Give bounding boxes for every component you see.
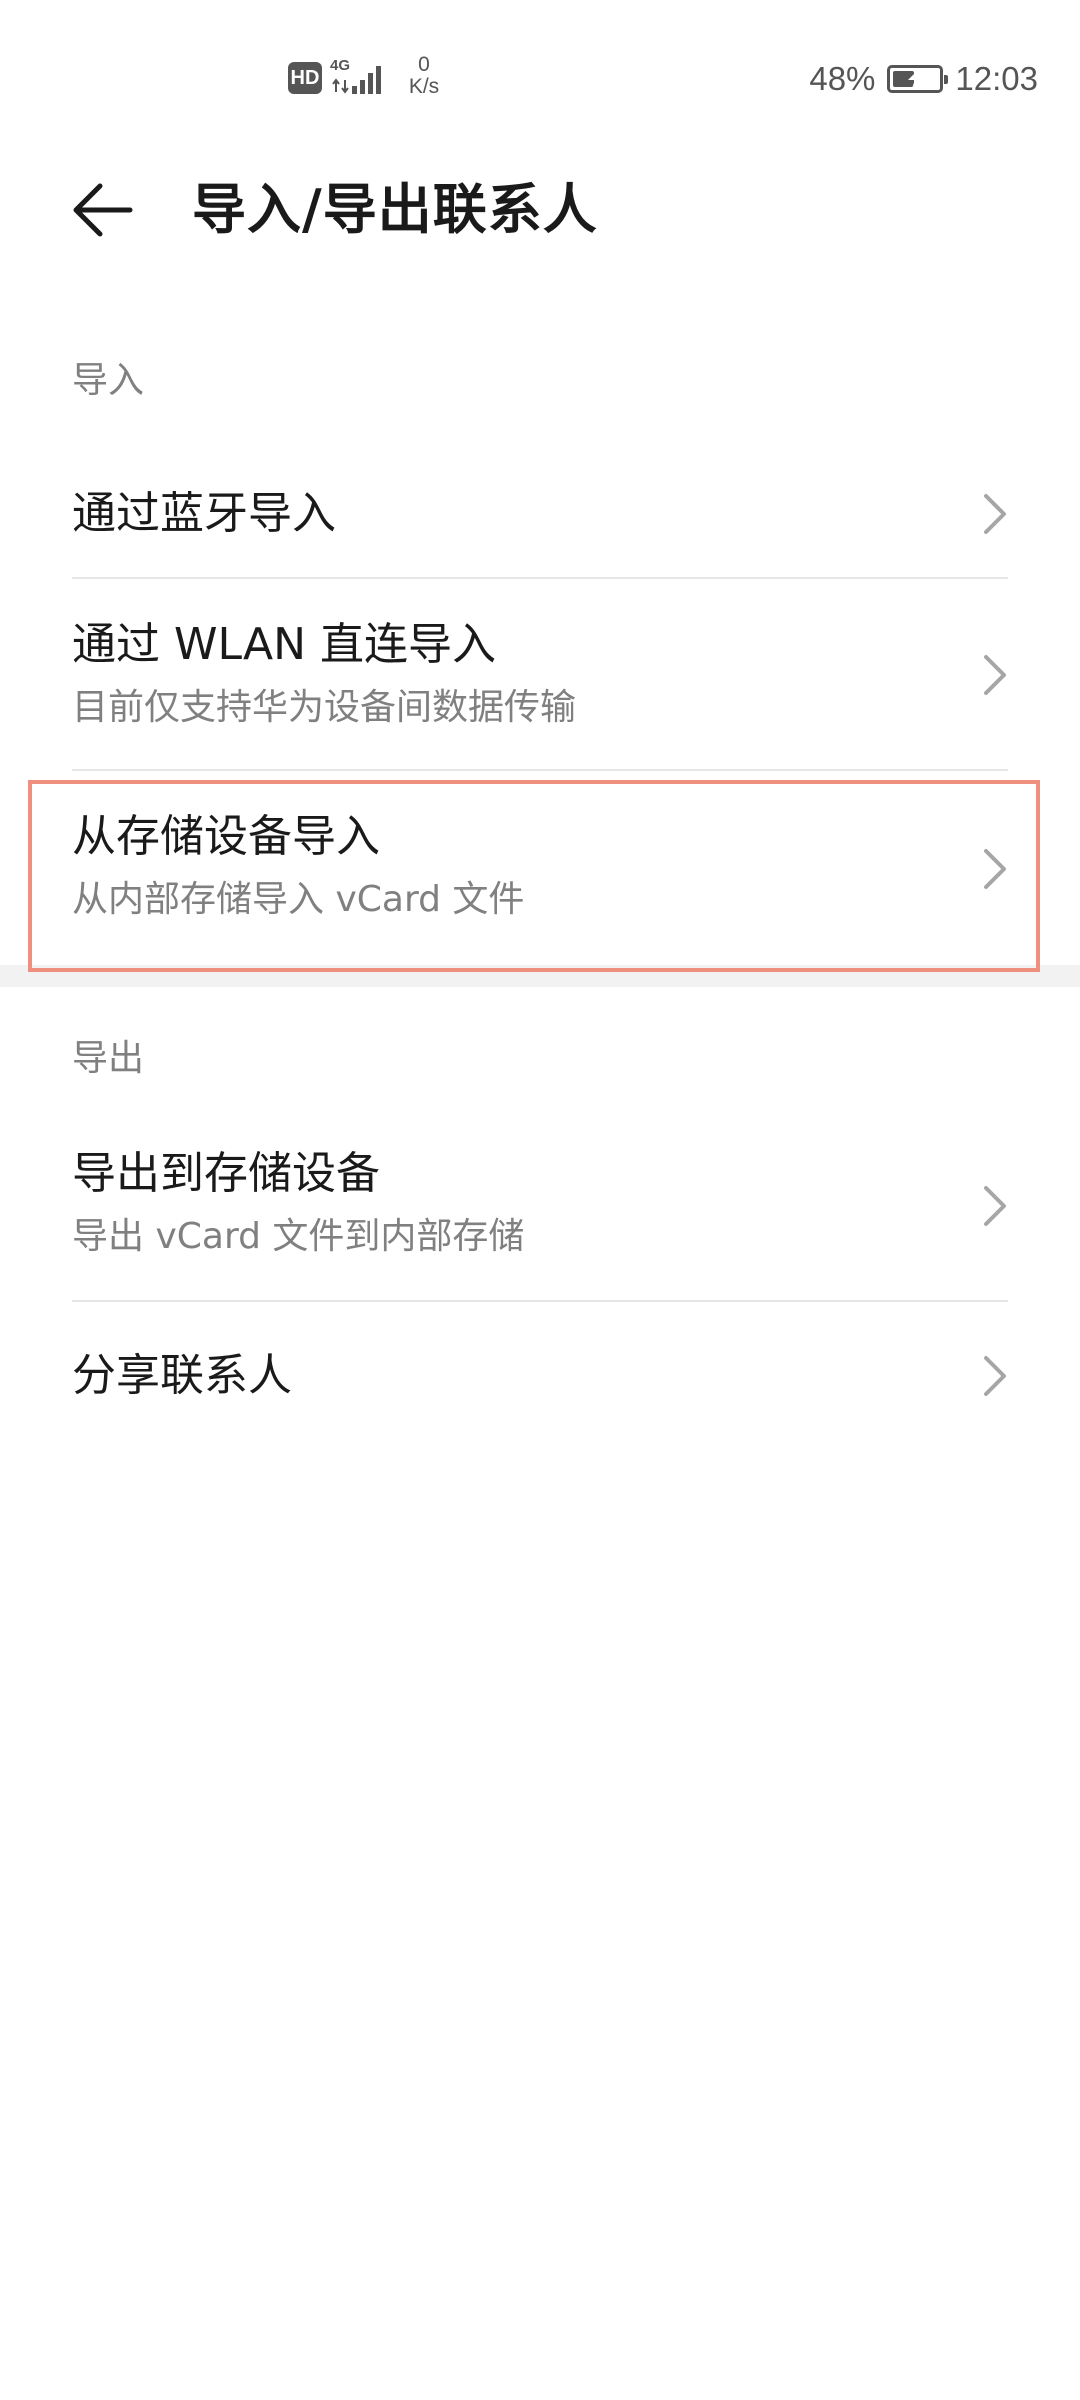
back-arrow-icon xyxy=(73,183,133,237)
cellular-signal-icon: 4G xyxy=(330,58,386,98)
chevron-right-icon xyxy=(984,1356,1006,1396)
app-header: 导入/导出联系人 xyxy=(0,150,1080,270)
back-button[interactable] xyxy=(58,170,148,250)
item-subtitle: 从内部存储导入 vCard 文件 xyxy=(72,879,525,920)
battery-percent: 48% xyxy=(809,60,876,97)
chevron-right-icon xyxy=(984,494,1006,534)
chevron-right-icon xyxy=(984,655,1006,695)
status-right-group: 48% 12:03 xyxy=(809,56,1038,102)
section-label-import: 导入 xyxy=(72,360,145,401)
clock: 12:03 xyxy=(955,60,1038,97)
section-label-export: 导出 xyxy=(72,1038,145,1079)
network-speed: 0 K/s xyxy=(402,54,446,98)
item-subtitle: 导出 vCard 文件到内部存储 xyxy=(72,1216,525,1257)
network-type-label: 4G xyxy=(330,57,351,74)
share-contacts-item[interactable]: 分享联系人 xyxy=(0,1302,1080,1442)
section-separator xyxy=(0,965,1080,987)
network-speed-unit: K/s xyxy=(408,75,440,98)
item-title: 导出到存储设备 xyxy=(72,1148,380,1199)
hd-voice-icon: HD xyxy=(288,62,322,94)
import-via-wlan-direct-item[interactable]: 通过 WLAN 直连导入 目前仅支持华为设备间数据传输 xyxy=(0,579,1080,769)
chevron-right-icon xyxy=(984,849,1006,889)
import-via-bluetooth-item[interactable]: 通过蓝牙导入 xyxy=(0,450,1080,578)
item-subtitle: 目前仅支持华为设备间数据传输 xyxy=(72,687,577,728)
battery-charging-icon xyxy=(887,65,949,93)
item-title: 分享联系人 xyxy=(72,1350,292,1401)
item-title: 从存储设备导入 xyxy=(72,811,380,862)
chevron-right-icon xyxy=(984,1186,1006,1226)
network-speed-value: 0 xyxy=(418,53,430,76)
import-from-storage-item[interactable]: 从存储设备导入 从内部存储导入 vCard 文件 xyxy=(0,771,1080,965)
item-title: 通过 WLAN 直连导入 xyxy=(72,619,497,670)
page-title: 导入/导出联系人 xyxy=(192,178,598,241)
status-bar: HD 4G 0 K/s 48% 12:03 xyxy=(0,0,1080,150)
export-to-storage-item[interactable]: 导出到存储设备 导出 vCard 文件到内部存储 xyxy=(0,1110,1080,1300)
contacts-import-export-screen: HD 4G 0 K/s 48% 12:03 导入/导出联系人 导入 通过蓝牙导入… xyxy=(0,0,1080,2400)
item-title: 通过蓝牙导入 xyxy=(72,488,336,539)
